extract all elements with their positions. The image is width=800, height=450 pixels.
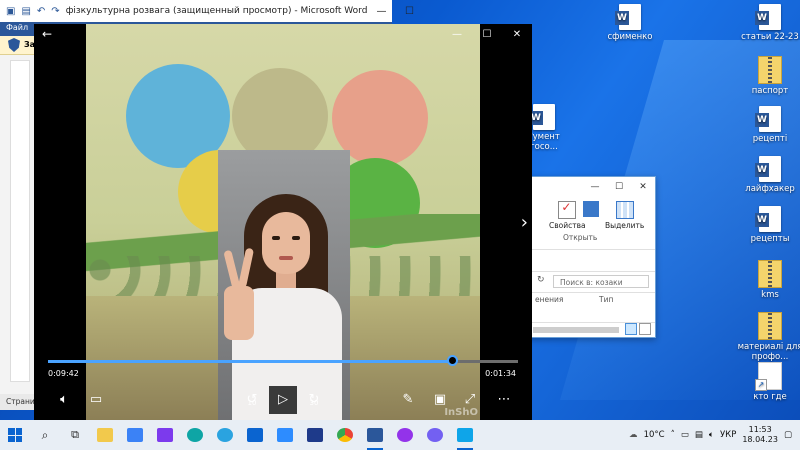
edit-pencil-icon[interactable]: ✎ [394,386,422,414]
word-app-icon: ▣ [6,5,16,17]
properties-icon: ✓ [558,200,577,219]
media-player-taskbar-icon[interactable] [450,420,480,450]
peace-sign-hand [224,286,254,340]
mini-view-icon[interactable]: ▣ [426,386,454,414]
weather-temp[interactable]: 10°C [644,430,665,440]
zip-folder-icon [758,56,782,84]
windows-logo-icon [8,428,22,442]
word-document-icon [529,104,555,130]
desktop-icon-sfimenko[interactable]: сфименко [594,4,666,42]
start-button[interactable] [0,420,30,450]
properties-button[interactable]: ✓ Свойства [549,200,586,230]
network-icon[interactable]: ▤ [695,430,703,440]
language-indicator[interactable]: УКР [720,430,736,440]
fullscreen-icon[interactable]: ⤢ [456,386,484,414]
zip-folder-icon [758,260,782,288]
tiles-view-button[interactable] [639,323,651,335]
open-button[interactable] [583,201,599,219]
select-grid-icon [615,201,634,219]
close-button[interactable]: ✕ [631,182,655,192]
weather-icon[interactable]: ☁ [629,430,638,440]
column-header-type[interactable]: Тип [599,295,613,304]
word-title: фізкультурна розвага (защищенный просмот… [65,6,368,16]
back-arrow-icon[interactable]: ← [42,27,52,41]
mail-taskbar-icon[interactable] [240,420,270,450]
volume-icon[interactable]: 🔈︎ [50,386,78,414]
notifications-icon[interactable]: ▢ [784,430,792,440]
word-document-icon [755,106,781,132]
volume-tray-icon[interactable]: 🔈︎ [709,430,714,440]
search-input[interactable]: Поиск в: козаки [553,275,649,288]
word-document-icon [755,206,781,232]
save-icon[interactable]: ▤ [21,6,30,17]
redo-icon[interactable]: ↷ [51,6,59,17]
word-document-icon [755,4,781,30]
presenter-overlay [218,150,350,420]
maximize-button[interactable]: ☐ [472,24,502,46]
desktop-icon-lifehacker[interactable]: лайфхакер [734,156,800,194]
skip-forward-button[interactable]: ↻ 30 [300,386,328,414]
current-time: 0:09:42 [48,369,79,378]
app-taskbar-icon[interactable] [150,420,180,450]
chrome-taskbar-icon[interactable] [330,420,360,450]
chrome-profile-taskbar-icon[interactable] [390,420,420,450]
more-options-icon[interactable]: ⋯ [490,386,518,414]
skip-back-button[interactable]: ↺ 10 [238,386,266,414]
minimize-button[interactable]: — [583,182,607,192]
shortcut-icon [755,362,782,391]
desktop-icon-materials[interactable]: материалі для профо... [734,312,800,362]
word-document-icon [615,4,641,30]
media-player-window[interactable]: InShO ← — ☐ ✕ › 0:09:42 0:01:34 🔈︎ ▭ ↺ 10… [34,24,532,420]
chevron-up-icon[interactable]: ˄ [671,430,675,440]
details-view-button[interactable] [625,323,637,335]
next-chevron-icon[interactable]: › [521,212,528,233]
close-button[interactable]: ✕ [502,24,532,46]
taskbar: ⌕ ⧉ ☁ 10°C ˄ ▭ ▤ 🔈︎ УКР 11:53 18.04.23 ▢ [0,420,800,450]
maximize-button[interactable]: ☐ [395,6,423,17]
horizontal-scrollbar[interactable] [533,327,619,333]
explorer-window[interactable]: — ☐ ✕ ✓ Свойства Выделить Открыть ↻ Поис… [528,176,656,338]
telegram-taskbar-icon[interactable] [210,420,240,450]
seek-bar-progress [48,360,453,363]
clock[interactable]: 11:53 18.04.23 [742,425,778,445]
desktop-icon-kms[interactable]: kms [734,260,800,300]
search-icon[interactable]: ⌕ [30,420,60,450]
desktop-icon-passport[interactable]: паспорт [734,56,800,96]
maximize-button[interactable]: ☐ [607,182,631,192]
select-button[interactable]: Выделить [605,201,644,230]
column-header-name[interactable]: енения [535,295,563,304]
presenter-face [262,212,310,274]
desktop-icon-recipes-ua[interactable]: рецепті [734,106,800,144]
task-view-icon[interactable]: ⧉ [60,420,90,450]
word-taskbar-icon[interactable] [360,420,390,450]
seek-bar[interactable] [48,355,518,366]
minimize-button[interactable]: — [442,24,472,46]
player-controls: 🔈︎ ▭ ↺ 10 ▷ ↻ 30 ✎ ▣ ⤢ ⋯ [34,382,532,418]
store-taskbar-icon[interactable] [120,420,150,450]
word-titlebar[interactable]: ▣ ▤ ↶ ↷ фізкультурна розвага (защищенный… [0,0,414,22]
desktop-icon-articles[interactable]: статьи 22-23 [734,4,800,42]
minimize-button[interactable]: — [367,6,395,17]
app2-taskbar-icon[interactable] [300,420,330,450]
shield-icon [8,38,20,52]
desktop-icon-recipes[interactable]: рецепты [734,206,800,244]
file-explorer-taskbar-icon[interactable] [90,420,120,450]
viber-taskbar-icon[interactable] [420,420,450,450]
desktop-icon-who-where[interactable]: кто где [734,362,800,402]
zip-folder-icon [758,312,782,340]
refresh-icon[interactable]: ↻ [537,275,545,285]
play-button[interactable]: ▷ [269,386,297,414]
open-icon [583,201,599,217]
zoom-taskbar-icon[interactable] [270,420,300,450]
vertical-ruler [10,60,30,382]
file-tab[interactable]: Файл [0,22,35,33]
camera-icon[interactable]: ▭ [681,430,689,440]
undo-icon[interactable]: ↶ [37,6,45,17]
edge-taskbar-icon[interactable] [180,420,210,450]
word-document-icon [755,156,781,182]
subtitles-icon[interactable]: ▭ [82,386,110,414]
remaining-time: 0:01:34 [485,369,516,378]
